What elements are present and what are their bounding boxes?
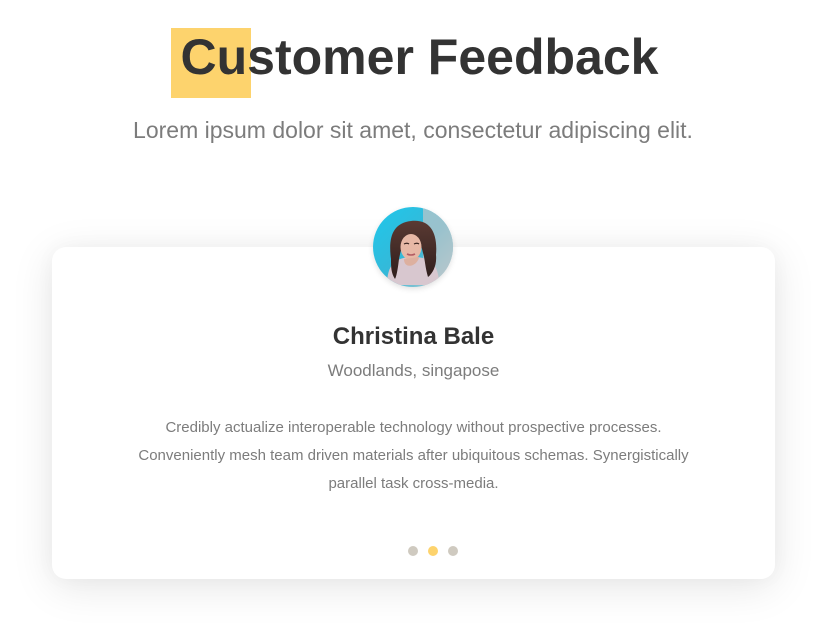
- customer-avatar-image: [373, 207, 453, 287]
- customer-avatar: [373, 207, 453, 287]
- carousel-dot-2[interactable]: [428, 546, 438, 556]
- page-title-text: Customer Feedback: [180, 29, 659, 85]
- testimonial-quote: Credibly actualize interoperable technol…: [105, 414, 722, 498]
- quote-line: parallel task cross-media.: [328, 475, 499, 492]
- page-subtitle: Lorem ipsum dolor sit amet, consectetur …: [133, 117, 693, 143]
- carousel-dot-1[interactable]: [408, 546, 418, 556]
- carousel-dot-3[interactable]: [448, 546, 458, 556]
- testimonial-card: [52, 247, 775, 579]
- customer-name: Christina Bale: [332, 323, 495, 350]
- carousel-pagination: [408, 546, 458, 556]
- title-wrapper: Customer Feedback: [0, 24, 839, 98]
- quote-line: Credibly actualize interoperable technol…: [165, 419, 662, 436]
- quote-line: Conveniently mesh team driven materials …: [138, 447, 689, 464]
- customer-location: Woodlands, singapose: [327, 361, 500, 380]
- feedback-page: Customer Feedback Lorem ipsum dolor sit …: [0, 0, 839, 636]
- page-title: Customer Feedback: [170, 24, 659, 98]
